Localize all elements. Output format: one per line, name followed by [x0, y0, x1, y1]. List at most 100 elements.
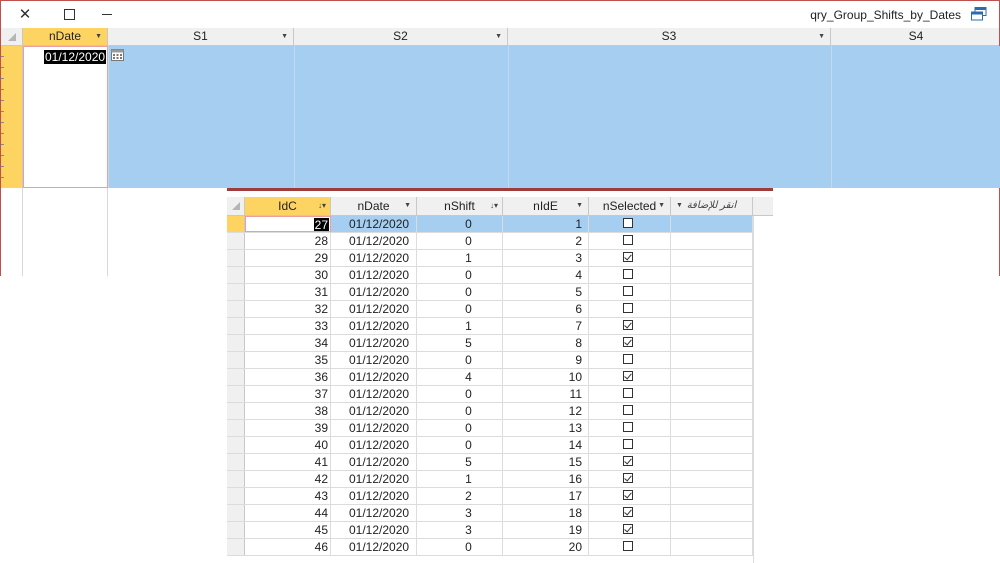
table-row[interactable]: 34 01/12/2020 5 8	[227, 335, 753, 352]
cell-add-field[interactable]	[671, 386, 753, 402]
cell-add-field[interactable]	[671, 335, 753, 351]
cell-add-field[interactable]	[671, 488, 753, 504]
cell-nshift[interactable]: 2	[417, 488, 503, 504]
cell-nshift[interactable]: 1	[417, 471, 503, 487]
cell-nide[interactable]: 8	[503, 335, 589, 351]
cell-idc[interactable]: 33	[245, 318, 331, 334]
column-header-s4[interactable]: S4	[831, 28, 1000, 45]
table-row[interactable]: 40 01/12/2020 0 14	[227, 437, 753, 454]
cell-nshift[interactable]: 0	[417, 386, 503, 402]
nselected-checkbox[interactable]	[623, 337, 633, 347]
cell-nshift[interactable]: 0	[417, 284, 503, 300]
cell-ndate[interactable]: 01/12/2020	[331, 233, 417, 249]
table-row[interactable]: 46 01/12/2020 0 20	[227, 539, 753, 556]
nselected-checkbox[interactable]	[623, 507, 633, 517]
cell-add-field[interactable]	[671, 250, 753, 266]
chevron-down-icon[interactable]: ▼	[818, 28, 825, 45]
cell-add-field[interactable]	[671, 437, 753, 453]
row-selector[interactable]	[227, 233, 245, 249]
cell-nshift[interactable]: 0	[417, 301, 503, 317]
table-row[interactable]: 38 01/12/2020 0 12	[227, 403, 753, 420]
table-row[interactable]: 33 01/12/2020 1 7	[227, 318, 753, 335]
cell-nide[interactable]: 12	[503, 403, 589, 419]
nselected-checkbox[interactable]	[623, 439, 633, 449]
cell-add-field[interactable]	[671, 233, 753, 249]
column-header-nselected[interactable]: nSelected ▼	[589, 197, 671, 215]
chevron-down-icon[interactable]: ▼	[404, 197, 411, 215]
cell-idc[interactable]: 37	[245, 386, 331, 402]
cell-nshift[interactable]: 0	[417, 539, 503, 555]
table-row[interactable]: 35 01/12/2020 0 9	[227, 352, 753, 369]
column-header-ndate[interactable]: nDate ▼	[23, 28, 108, 45]
cell-nshift[interactable]: 0	[417, 420, 503, 436]
cell-nshift[interactable]: 0	[417, 437, 503, 453]
select-all-corner[interactable]	[1, 28, 23, 45]
nselected-checkbox[interactable]	[623, 235, 633, 245]
cell-add-field[interactable]	[671, 522, 753, 538]
cell-ndate[interactable]: 01/12/2020	[331, 301, 417, 317]
cell-add-field[interactable]	[671, 471, 753, 487]
table-row[interactable]: 45 01/12/2020 3 19	[227, 522, 753, 539]
cell-add-field[interactable]	[671, 318, 753, 334]
nselected-checkbox[interactable]	[623, 524, 633, 534]
cell-nide[interactable]: 9	[503, 352, 589, 368]
row-selector[interactable]	[227, 335, 245, 351]
row-selector[interactable]	[227, 352, 245, 368]
table-row[interactable]: 27 01/12/2020 0 1	[227, 216, 753, 233]
cell-nide[interactable]: 4	[503, 267, 589, 283]
cell-ndate[interactable]: 01/12/2020	[331, 216, 417, 232]
cell-idc[interactable]: 43	[245, 488, 331, 504]
cell-nshift[interactable]: 1	[417, 318, 503, 334]
cell-nide[interactable]: 2	[503, 233, 589, 249]
table-row[interactable]: 36 01/12/2020 4 10	[227, 369, 753, 386]
row-selector[interactable]	[227, 250, 245, 266]
nselected-checkbox[interactable]	[623, 286, 633, 296]
cell-idc[interactable]: 38	[245, 403, 331, 419]
cell-nshift[interactable]: 3	[417, 522, 503, 538]
column-header-s2[interactable]: S2 ▼	[294, 28, 508, 45]
cell-ndate[interactable]: 01/12/2020	[331, 437, 417, 453]
cell-nide[interactable]: 16	[503, 471, 589, 487]
table-row[interactable]: 28 01/12/2020 0 2	[227, 233, 753, 250]
row-selector[interactable]	[227, 318, 245, 334]
row-selector[interactable]	[1, 46, 23, 188]
cell-idc[interactable]: 41	[245, 454, 331, 470]
cell-add-field[interactable]	[671, 216, 753, 232]
table-row[interactable]: 42 01/12/2020 1 16	[227, 471, 753, 488]
cell-idc[interactable]: 46	[245, 539, 331, 555]
minimize-icon[interactable]	[97, 4, 117, 24]
row-selector[interactable]	[227, 539, 245, 555]
cell-add-field[interactable]	[671, 369, 753, 385]
cell-idc[interactable]: 40	[245, 437, 331, 453]
cell-nshift[interactable]: 0	[417, 216, 503, 232]
row-selector[interactable]	[227, 216, 245, 232]
row-selector[interactable]	[227, 454, 245, 470]
row-selector[interactable]	[227, 420, 245, 436]
cell-nshift[interactable]: 1	[417, 250, 503, 266]
cell-add-field[interactable]	[671, 403, 753, 419]
row-selector[interactable]	[227, 284, 245, 300]
cell-ndate[interactable]: 01/12/2020	[331, 369, 417, 385]
cell-idc[interactable]: 34	[245, 335, 331, 351]
cell-ndate[interactable]: 01/12/2020	[331, 488, 417, 504]
cell-idc[interactable]: 30	[245, 267, 331, 283]
row-selector[interactable]	[227, 301, 245, 317]
cell-add-field[interactable]	[671, 539, 753, 555]
chevron-down-icon[interactable]: ▼	[495, 28, 502, 45]
nselected-checkbox[interactable]	[623, 354, 633, 364]
cell-idc[interactable]: 35	[245, 352, 331, 368]
table-row[interactable]: 39 01/12/2020 0 13	[227, 420, 753, 437]
nselected-checkbox[interactable]	[623, 541, 633, 551]
row-selector[interactable]	[227, 505, 245, 521]
table-row[interactable]: 43 01/12/2020 2 17	[227, 488, 753, 505]
table-row[interactable]: 29 01/12/2020 1 3	[227, 250, 753, 267]
cell-add-field[interactable]	[671, 284, 753, 300]
cell-nshift[interactable]: 0	[417, 267, 503, 283]
cell-nide[interactable]: 18	[503, 505, 589, 521]
cell-ndate[interactable]: 01/12/2020	[331, 471, 417, 487]
cell-add-field[interactable]	[671, 505, 753, 521]
chevron-down-icon[interactable]: ▼	[95, 28, 102, 45]
cell-nide[interactable]: 11	[503, 386, 589, 402]
cell-add-field[interactable]	[671, 420, 753, 436]
nselected-checkbox[interactable]	[623, 303, 633, 313]
